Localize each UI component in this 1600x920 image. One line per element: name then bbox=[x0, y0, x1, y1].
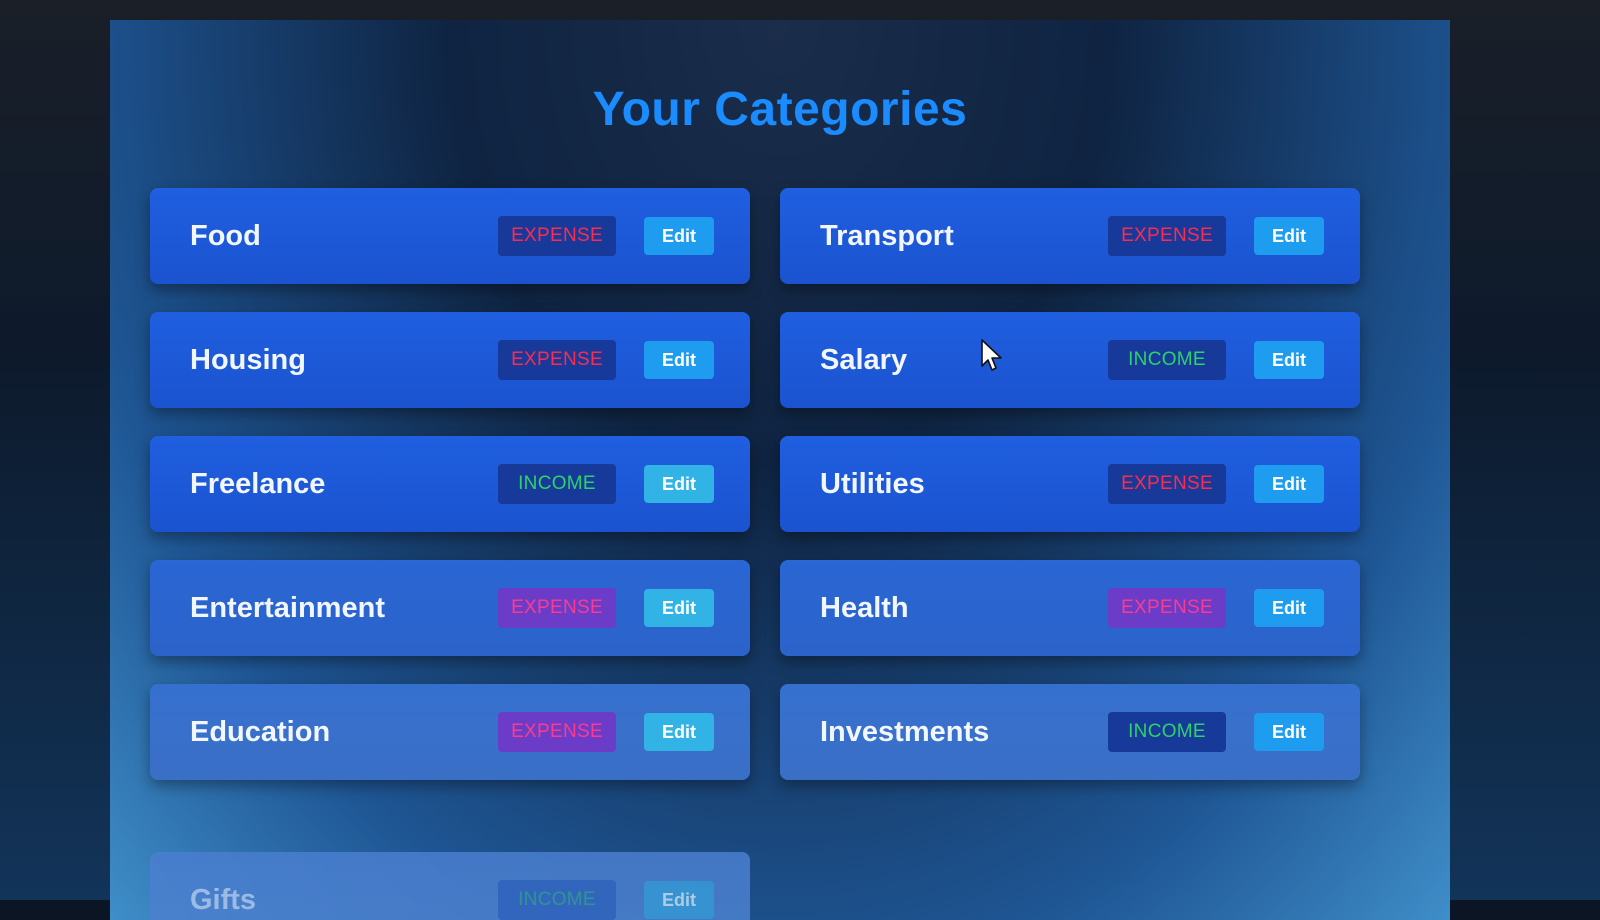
category-type-badge: EXPENSE bbox=[498, 588, 616, 628]
edit-button-transport[interactable]: Edit bbox=[1254, 217, 1324, 255]
category-name: Food bbox=[190, 219, 261, 252]
category-name: Entertainment bbox=[190, 591, 385, 624]
edit-button-education[interactable]: Edit bbox=[644, 713, 714, 751]
category-card-housing: Housing EXPENSE Edit bbox=[150, 312, 750, 408]
edit-button-freelance[interactable]: Edit bbox=[644, 465, 714, 503]
category-card-gifts: Gifts INCOME Edit bbox=[150, 852, 750, 920]
edit-button-entertainment[interactable]: Edit bbox=[644, 589, 714, 627]
category-type-badge: EXPENSE bbox=[498, 340, 616, 380]
category-card-education: Education EXPENSE Edit bbox=[150, 684, 750, 780]
category-name: Gifts bbox=[190, 883, 257, 916]
edit-button-investments[interactable]: Edit bbox=[1254, 713, 1324, 751]
edit-button-health[interactable]: Edit bbox=[1254, 589, 1324, 627]
category-card-investments: Investments INCOME Edit bbox=[780, 684, 1360, 780]
category-type-badge: EXPENSE bbox=[1108, 464, 1226, 504]
edit-button-salary[interactable]: Edit bbox=[1254, 341, 1324, 379]
category-grid: Food EXPENSE Edit Transport EXPENSE Edit… bbox=[150, 188, 1390, 780]
category-type-badge: EXPENSE bbox=[1108, 588, 1226, 628]
category-type-badge: INCOME bbox=[1108, 340, 1226, 380]
category-type-badge: EXPENSE bbox=[498, 216, 616, 256]
category-card-utilities: Utilities EXPENSE Edit bbox=[780, 436, 1360, 532]
category-type-badge: EXPENSE bbox=[498, 712, 616, 752]
edit-button-food[interactable]: Edit bbox=[644, 217, 714, 255]
edit-button-gifts[interactable]: Edit bbox=[644, 881, 714, 919]
category-card-salary: Salary INCOME Edit bbox=[780, 312, 1360, 408]
page-title: Your Categories bbox=[592, 83, 968, 136]
category-name: Housing bbox=[190, 343, 306, 376]
category-name: Salary bbox=[820, 343, 908, 376]
category-card-freelance: Freelance INCOME Edit bbox=[150, 436, 750, 532]
category-card-food: Food EXPENSE Edit bbox=[150, 188, 750, 284]
category-card-entertainment: Entertainment EXPENSE Edit bbox=[150, 560, 750, 656]
category-type-badge: INCOME bbox=[498, 880, 616, 920]
category-name: Utilities bbox=[820, 467, 925, 500]
category-type-badge: INCOME bbox=[1108, 712, 1226, 752]
category-type-badge: INCOME bbox=[498, 464, 616, 504]
mouse-pointer-icon bbox=[981, 339, 1002, 371]
category-type-badge: EXPENSE bbox=[1108, 216, 1226, 256]
category-name: Freelance bbox=[190, 467, 326, 500]
category-name: Education bbox=[190, 715, 331, 748]
category-name: Transport bbox=[820, 219, 954, 252]
category-name: Health bbox=[820, 591, 909, 624]
category-card-transport: Transport EXPENSE Edit bbox=[780, 188, 1360, 284]
categories-page: Your Categories Food EXPENSE Edit Transp… bbox=[110, 20, 1450, 920]
category-card-health: Health EXPENSE Edit bbox=[780, 560, 1360, 656]
edit-button-utilities[interactable]: Edit bbox=[1254, 465, 1324, 503]
edit-button-housing[interactable]: Edit bbox=[644, 341, 714, 379]
category-name: Investments bbox=[820, 715, 990, 748]
